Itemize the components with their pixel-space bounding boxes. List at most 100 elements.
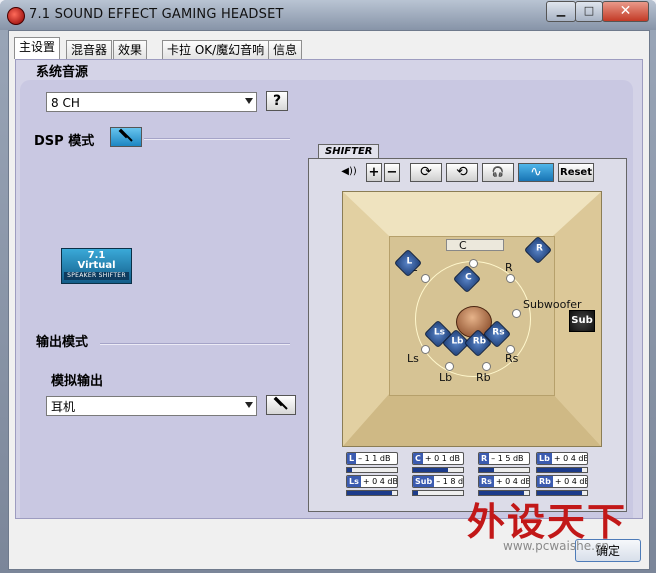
position-dot-rs[interactable]	[506, 345, 515, 354]
help-button[interactable]: ?	[266, 91, 288, 111]
dsp-title: DSP 模式	[34, 134, 95, 149]
position-dot-c[interactable]	[469, 259, 478, 268]
chevron-down-icon	[245, 98, 253, 104]
channel-tag: R	[479, 453, 490, 464]
tab-effects[interactable]: 效果	[113, 40, 148, 59]
level-slider[interactable]	[412, 490, 464, 496]
level-fill	[479, 468, 494, 472]
client-area: 主设置 混音器 效果 卡拉 OK/魔幻音响 信息 系统音源 8 CH ? DSP…	[8, 30, 650, 570]
source-select[interactable]: 8 CH	[46, 92, 257, 112]
rotate-clockwise-button[interactable]: ⟳	[410, 163, 442, 182]
hammer-icon	[273, 396, 288, 410]
tab-karaoke[interactable]: 卡拉 OK/魔幻音响	[162, 40, 270, 59]
window-title: 7.1 SOUND EFFECT GAMING HEADSET	[29, 7, 284, 22]
virtual-speaker-shifter-badge[interactable]: 7.1 Virtual SPEAKER SHIFTER	[61, 248, 132, 284]
output-select[interactable]: 耳机	[46, 396, 257, 416]
level-value: – 1 1 dB	[358, 454, 391, 463]
level-readout: Ls + 0 4 dB	[346, 475, 398, 488]
badge-line2: Virtual	[77, 260, 116, 271]
level-meter-ls[interactable]: Ls + 0 4 dB	[346, 475, 398, 496]
zoom-in-button[interactable]: +	[366, 163, 382, 182]
level-fill	[413, 491, 418, 495]
channel-tag: Rb	[537, 476, 553, 487]
watermark-text: 外设天下	[467, 499, 628, 544]
level-slider[interactable]	[346, 467, 398, 473]
level-value: + 0 4 dB	[553, 454, 588, 463]
level-fill	[347, 468, 352, 472]
speaker-ls-label: Ls	[433, 327, 445, 338]
source-title: 系统音源	[36, 65, 89, 80]
level-readout: Lb + 0 4 dB	[536, 452, 588, 465]
zoom-out-button[interactable]: −	[384, 163, 400, 182]
level-readout: Rs + 0 4 dB	[478, 475, 530, 488]
position-dot-rb[interactable]	[482, 362, 491, 371]
close-button[interactable]: ✕	[602, 1, 649, 22]
position-dot-r[interactable]	[506, 274, 515, 283]
level-value: + 0 1 dB	[424, 454, 460, 463]
level-meter-sub[interactable]: Sub– 1 8 dB	[412, 475, 464, 496]
minimize-button[interactable]: ▁	[546, 1, 576, 22]
watermark-url: www.pcwaishe.cn	[503, 539, 610, 553]
settings-panel: 系统音源 8 CH ? DSP 模式 7.1 Virtual SPEAKER S…	[15, 59, 643, 519]
label-c: C	[459, 239, 467, 252]
hammer-icon	[118, 128, 133, 142]
speaker-rs-label: Rs	[492, 327, 505, 338]
level-readout: L – 1 1 dB	[346, 452, 398, 465]
level-readout: R – 1 5 dB	[478, 452, 530, 465]
level-value: – 1 8 dB	[436, 477, 464, 486]
source-select-value: 8 CH	[51, 96, 80, 110]
dsp-separator	[144, 138, 290, 140]
level-meter-l[interactable]: L – 1 1 dB	[346, 452, 398, 473]
level-slider[interactable]	[412, 467, 464, 473]
level-meter-r[interactable]: R – 1 5 dB	[478, 452, 530, 473]
level-slider[interactable]	[478, 467, 530, 473]
rotate-counterclockwise-button[interactable]: ⟲	[446, 163, 478, 182]
headphone-pointer-button[interactable]: 🎧	[482, 163, 514, 182]
speaker-lb-label: Lb	[451, 336, 464, 347]
channel-tag: C	[413, 453, 423, 464]
channel-tag: Sub	[413, 476, 435, 487]
label-rb: Rb	[476, 371, 491, 384]
chevron-down-icon	[245, 402, 253, 408]
dsp-tool-button[interactable]	[110, 127, 142, 147]
app-window: 7.1 SOUND EFFECT GAMING HEADSET ▁ □ ✕ 主设…	[0, 0, 656, 573]
label-lb: Lb	[439, 371, 453, 384]
tab-main-settings[interactable]: 主设置	[14, 37, 61, 59]
shifter-tab[interactable]: SHIFTER	[318, 144, 380, 159]
level-value: + 0 4 dB	[362, 477, 398, 486]
channel-tag: L	[347, 453, 357, 464]
tab-info[interactable]: 信息	[268, 40, 303, 59]
speaker-c-label: C	[465, 272, 472, 283]
label-rs: Rs	[505, 352, 519, 365]
subwoofer-icon[interactable]: Sub	[569, 310, 595, 332]
channel-tag: Rs	[479, 476, 494, 487]
level-readout: Rb + 0 4 dB	[536, 475, 588, 488]
level-fill	[413, 468, 448, 472]
output-tool-button[interactable]	[266, 395, 296, 415]
level-meter-lb[interactable]: Lb + 0 4 dB	[536, 452, 588, 473]
front-display	[446, 239, 504, 251]
position-dot-sub[interactable]	[512, 309, 521, 318]
level-readout: C + 0 1 dB	[412, 452, 464, 465]
wave-mode-button[interactable]: ∿	[518, 163, 554, 182]
reset-button[interactable]: Reset	[558, 163, 594, 182]
speaker-mute-icon[interactable]: ◀))	[338, 163, 360, 182]
level-meter-c[interactable]: C + 0 1 dB	[412, 452, 464, 473]
channel-tag: Lb	[537, 453, 552, 464]
position-dot-ls[interactable]	[421, 345, 430, 354]
app-logo-icon	[7, 7, 25, 25]
level-readout: Sub– 1 8 dB	[412, 475, 464, 488]
tab-mixer[interactable]: 混音器	[66, 40, 113, 59]
output-title: 输出模式	[36, 335, 89, 350]
output-select-value: 耳机	[51, 400, 76, 414]
position-dot-l[interactable]	[421, 274, 430, 283]
level-slider[interactable]	[346, 490, 398, 496]
label-ls: Ls	[407, 352, 419, 365]
output-separator	[100, 343, 290, 345]
level-fill	[537, 468, 582, 472]
position-dot-lb[interactable]	[445, 362, 454, 371]
maximize-button[interactable]: □	[575, 1, 603, 22]
speaker-r-label: R	[535, 243, 543, 254]
title-bar[interactable]: 7.1 SOUND EFFECT GAMING HEADSET ▁ □ ✕	[0, 0, 656, 30]
level-slider[interactable]	[536, 467, 588, 473]
